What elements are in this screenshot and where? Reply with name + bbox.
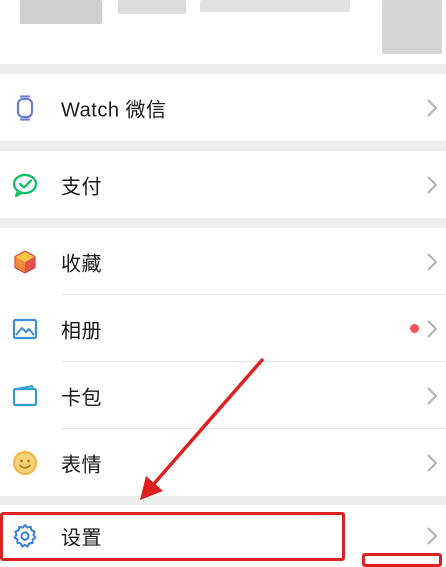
menu-item-pay[interactable]: 支付 <box>0 151 446 218</box>
menu-item-label: 相册 <box>61 320 102 342</box>
profile-avatar-blurred <box>382 0 442 54</box>
menu-group-watch: Watch 微信 <box>0 74 446 141</box>
menu-item-label: 支付 <box>61 176 102 198</box>
image-icon <box>10 314 40 344</box>
card-icon <box>10 381 40 411</box>
notification-dot <box>410 324 419 333</box>
menu-item-album[interactable]: 相册 <box>0 295 446 362</box>
annotation-highlight-corner <box>362 553 442 567</box>
chevron-right-icon <box>427 319 438 338</box>
menu-group-pay: 支付 <box>0 151 446 218</box>
menu-item-label: 卡包 <box>61 387 102 409</box>
chevron-right-icon <box>427 98 438 117</box>
annotation-highlight-settings <box>0 512 345 561</box>
menu-item-emoji[interactable]: 表情 <box>0 429 446 496</box>
profile-name-blurred <box>20 0 102 24</box>
chevron-right-icon <box>427 386 438 405</box>
chevron-right-icon <box>427 527 438 545</box>
menu-item-watch[interactable]: Watch 微信 <box>0 74 446 141</box>
profile-area[interactable] <box>0 0 446 64</box>
watch-icon <box>10 93 40 123</box>
menu-item-label: Watch 微信 <box>61 99 167 121</box>
chevron-right-icon <box>427 252 438 271</box>
menu-item-label: 收藏 <box>61 253 102 275</box>
menu-group-collections: 收藏 相册 卡包 表情 <box>0 228 446 496</box>
menu-item-card[interactable]: 卡包 <box>0 362 446 429</box>
wallet-icon <box>10 170 40 200</box>
menu-item-favorites[interactable]: 收藏 <box>0 228 446 295</box>
smile-icon <box>10 448 40 478</box>
menu-item-label: 表情 <box>61 454 102 476</box>
chevron-right-icon <box>427 175 438 194</box>
profile-status-blurred <box>200 0 350 12</box>
profile-id-blurred <box>118 0 186 14</box>
cube-icon <box>10 247 40 277</box>
chevron-right-icon <box>427 453 438 472</box>
